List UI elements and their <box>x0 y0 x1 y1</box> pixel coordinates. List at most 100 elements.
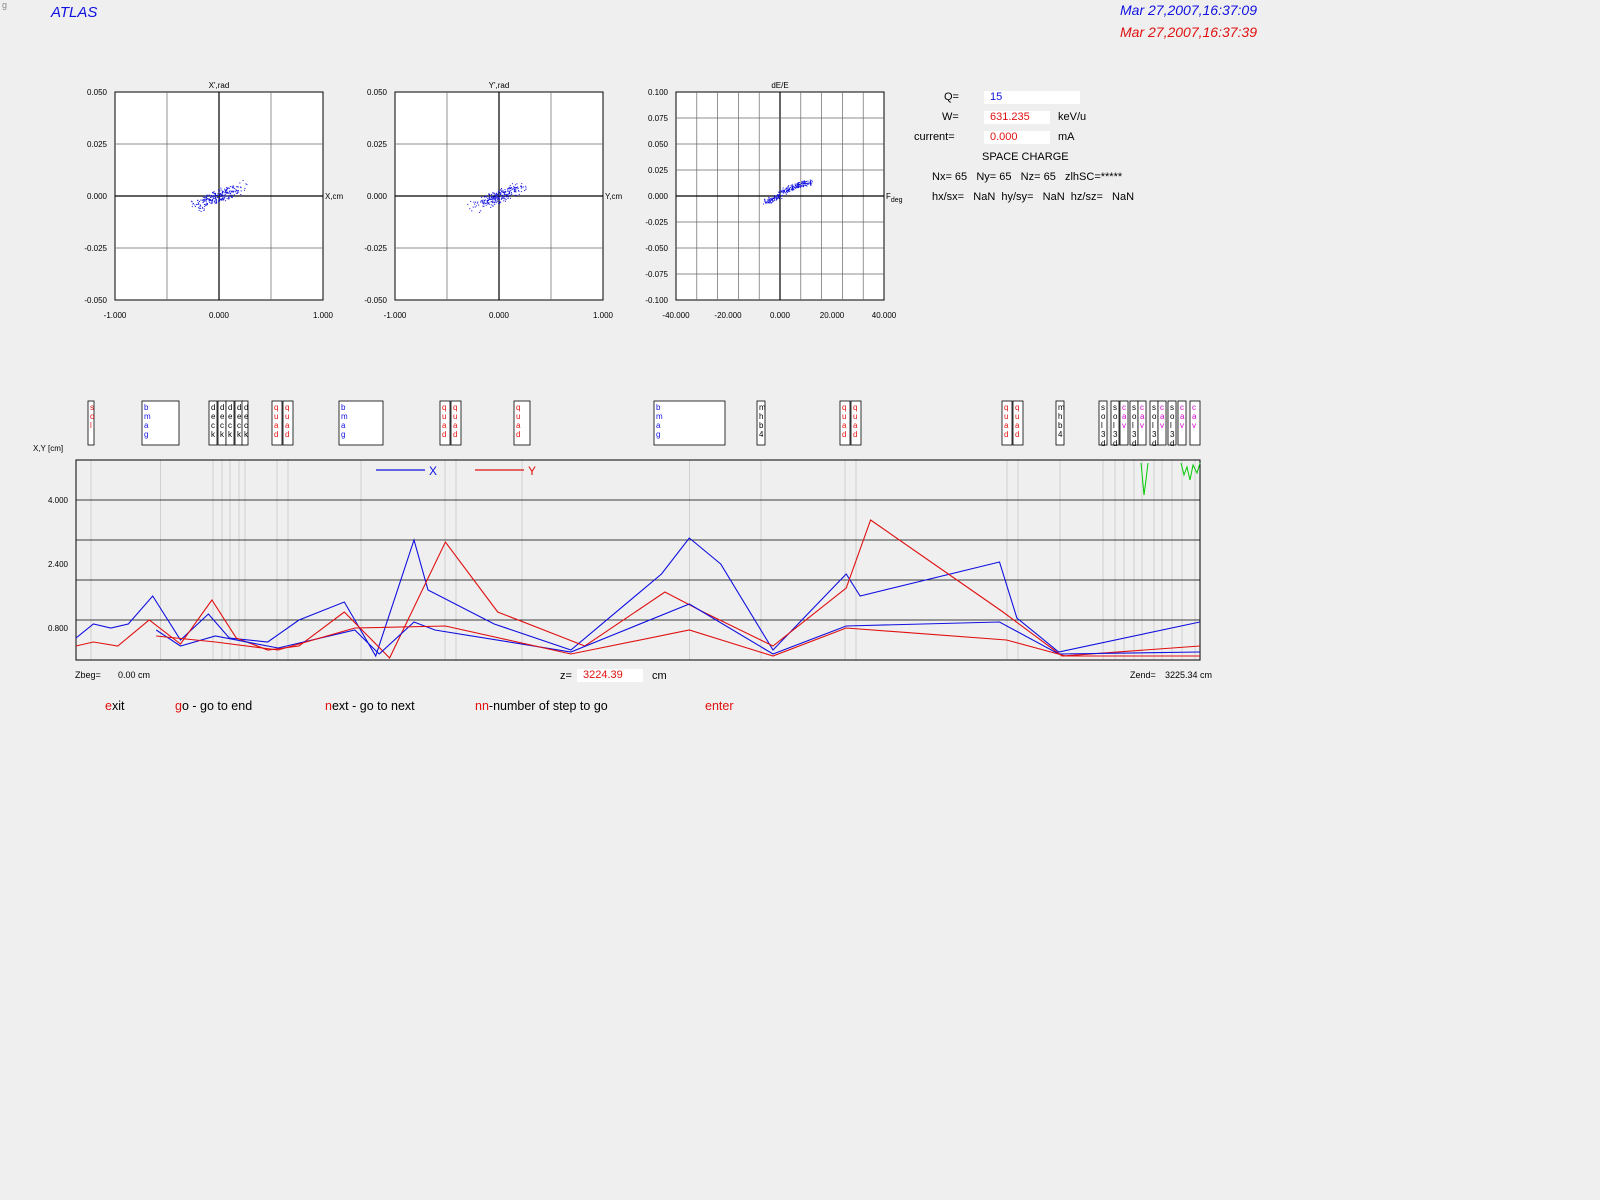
beam-particle <box>497 199 499 201</box>
beam-particle <box>211 199 213 201</box>
beam-particle <box>773 199 775 201</box>
beam-particle <box>245 183 247 185</box>
element-label-char: a <box>453 421 458 430</box>
beam-particle <box>480 200 482 202</box>
x-tick-label: 40.000 <box>872 311 897 320</box>
beamline-element: sol3d <box>1110 400 1120 448</box>
y-tick-label: -0.050 <box>84 296 107 305</box>
x-tick-label: 0.000 <box>770 311 791 320</box>
beam-particle <box>499 196 501 198</box>
beam-particle <box>219 199 221 201</box>
beam-particle <box>478 204 480 206</box>
beam-particle <box>488 198 490 200</box>
element-label-char: l <box>1170 421 1172 430</box>
beamline-element: quad <box>439 400 451 446</box>
beam-particle <box>501 189 503 191</box>
step-count-command[interactable]: nn-number of step to go <box>475 699 608 713</box>
beam-particle <box>790 185 792 187</box>
beam-particle <box>807 183 809 185</box>
element-label-char: u <box>442 412 446 421</box>
element-label-char: a <box>516 421 521 430</box>
element-label-char: a <box>853 421 858 430</box>
beam-particle <box>215 201 217 203</box>
beam-particle <box>492 204 494 206</box>
beam-particle <box>798 184 800 186</box>
beam-particle <box>220 189 222 191</box>
beam-particle <box>488 202 490 204</box>
beam-particle <box>496 194 498 196</box>
beam-particle <box>794 186 796 188</box>
element-label-char: 3 <box>1152 430 1157 439</box>
beam-particle <box>225 195 227 197</box>
beam-particle <box>792 185 794 187</box>
element-label-char: c <box>220 421 224 430</box>
beam-particle <box>515 194 517 196</box>
exit-command[interactable]: exit <box>105 699 124 713</box>
enter-command[interactable]: enter <box>705 699 734 713</box>
beam-particle <box>786 187 788 189</box>
beam-particle <box>203 208 205 210</box>
beam-particle <box>501 195 503 197</box>
zbeg-label: Zbeg= <box>75 670 101 680</box>
element-label-char: m <box>341 412 348 421</box>
beam-particle <box>507 189 509 191</box>
element-label-char: l <box>90 421 92 430</box>
beam-particle <box>772 198 774 200</box>
beam-particle <box>765 202 767 204</box>
beam-particle <box>508 192 510 194</box>
envelope-series-3 <box>155 603 1200 655</box>
beam-particle <box>490 206 492 208</box>
beam-particle <box>501 196 503 198</box>
element-label-char: c <box>244 421 248 430</box>
beam-particle <box>808 182 810 184</box>
beam-particle <box>780 191 782 193</box>
beam-particle <box>775 195 777 197</box>
element-label-char: e <box>237 412 242 421</box>
beam-particle <box>506 196 508 198</box>
beam-particle <box>205 201 207 203</box>
beam-particle <box>470 200 472 202</box>
beam-particle <box>796 184 798 186</box>
beam-particle <box>232 191 234 193</box>
beam-particle <box>218 191 220 193</box>
beam-particle <box>800 183 802 185</box>
go-to-end-command[interactable]: go - go to end <box>175 699 252 713</box>
beam-particle <box>206 204 208 206</box>
beam-particle <box>504 189 506 191</box>
beam-particle <box>198 209 200 211</box>
legend-x-label: X <box>429 464 437 478</box>
beam-particle <box>198 207 200 209</box>
beam-particle <box>778 197 780 199</box>
y-tick-label: -0.025 <box>84 244 107 253</box>
beam-particle <box>224 189 226 191</box>
beam-particle <box>523 186 525 188</box>
beam-particle <box>228 197 230 199</box>
beam-particle <box>803 181 805 183</box>
beam-particle <box>785 188 787 190</box>
next-command[interactable]: next - go to next <box>325 699 415 713</box>
beam-particle <box>492 202 494 204</box>
beam-particle <box>199 206 201 208</box>
y-tick-label: 0.100 <box>648 88 669 97</box>
beam-particle <box>504 200 506 202</box>
command-menu: exit go - go to end next - go to next nn… <box>0 699 800 717</box>
element-label-char: a <box>285 421 290 430</box>
beam-particle <box>203 204 205 206</box>
beamline-element: quad <box>271 400 283 446</box>
beam-particle <box>229 195 231 197</box>
beam-particle <box>784 190 786 192</box>
beam-particle <box>226 187 228 189</box>
element-label-char: 3 <box>1113 430 1118 439</box>
beam-particle <box>214 201 216 203</box>
beam-particle <box>489 194 491 196</box>
element-label-char: u <box>1015 412 1019 421</box>
x-tick-label: 1.000 <box>313 311 334 320</box>
beam-particle <box>484 199 486 201</box>
beam-particle <box>500 201 502 203</box>
beam-particle <box>507 195 509 197</box>
beam-particle <box>495 200 497 202</box>
beam-particle <box>242 180 244 182</box>
beam-particle <box>511 187 513 189</box>
envelope-series-2 <box>75 519 1200 659</box>
beam-particle <box>208 194 210 196</box>
